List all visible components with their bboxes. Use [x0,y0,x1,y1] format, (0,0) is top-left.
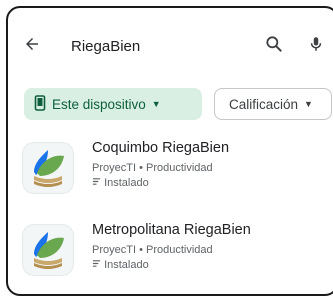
back-arrow-icon[interactable] [20,32,44,56]
installed-icon [92,259,104,271]
app-category: Productividad [146,244,213,256]
app-meta: ProyecTI • Productividad [92,244,213,256]
phone-screen: RiegaBien Este dispositivo ▼ Calificació… [6,6,333,296]
app-meta: ProyecTI • Productividad [92,162,213,174]
filter-chip-rating[interactable]: Calificación ▼ [214,88,332,120]
meta-separator: • [139,244,143,256]
phone-icon [34,94,46,114]
app-name: Coquimbo RiegaBien [92,140,230,156]
app-icon-leaf-water-drop [22,142,74,194]
app-developer: ProyecTI [92,162,137,174]
meta-separator: • [139,162,143,174]
search-bar: RiegaBien [8,8,333,78]
app-icon-leaf-water-drop [22,224,74,276]
list-item[interactable]: Coquimbo RiegaBien ProyecTI • Productivi… [22,138,322,198]
install-status: Instalado [104,259,149,271]
install-status: Instalado [104,177,149,189]
chevron-down-icon: ▼ [304,99,313,109]
chevron-down-icon: ▼ [151,99,161,109]
microphone-icon[interactable] [304,32,328,56]
filter-chip-rating-label: Calificación [229,96,299,112]
search-icon[interactable] [262,32,286,56]
list-item[interactable]: Metropolitana RiegaBien ProyecTI • Produ… [22,220,322,280]
app-name: Metropolitana RiegaBien [92,222,251,238]
app-status: Instalado [92,259,149,271]
installed-icon [92,177,104,189]
app-category: Productividad [146,162,213,174]
search-query[interactable]: RiegaBien [71,38,140,55]
filter-chip-device[interactable]: Este dispositivo ▼ [24,88,202,120]
app-status: Instalado [92,177,149,189]
filter-chip-device-label: Este dispositivo [52,96,146,112]
app-developer: ProyecTI [92,244,137,256]
